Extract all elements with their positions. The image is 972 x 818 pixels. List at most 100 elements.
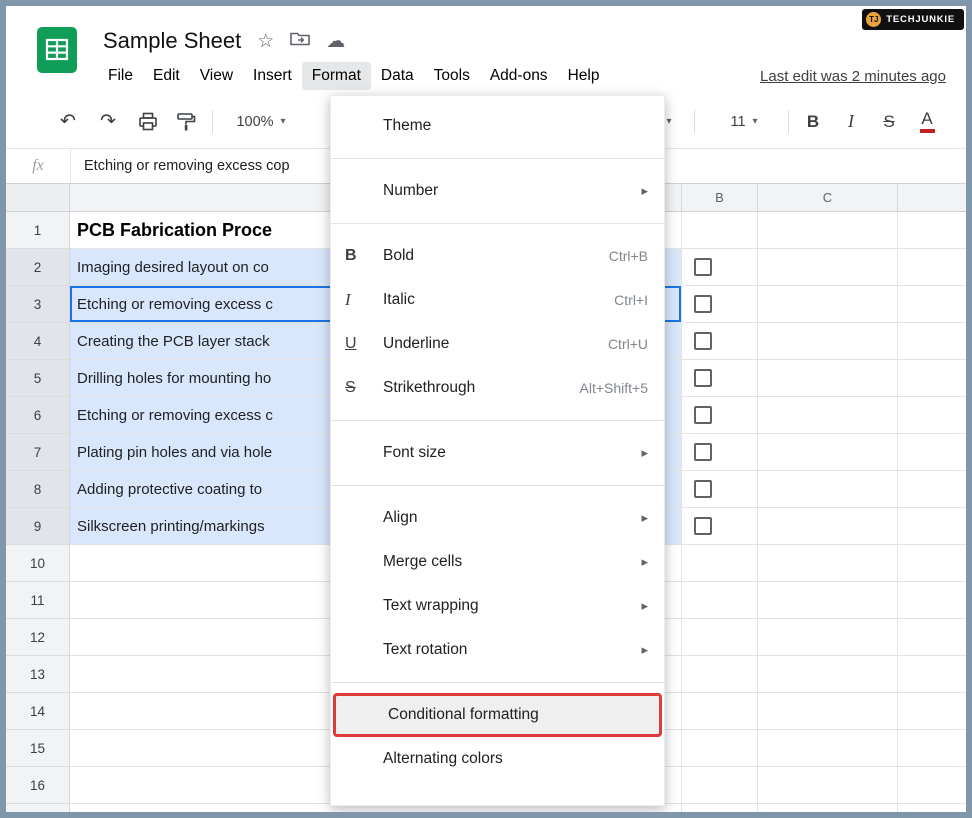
menu-help[interactable]: Help [558, 62, 610, 90]
cell-c16[interactable] [758, 767, 898, 804]
checkbox-b8[interactable] [694, 480, 712, 498]
formula-bar-input[interactable]: Etching or removing excess cop [71, 158, 290, 174]
cloud-status-icon[interactable]: ☁ [326, 32, 345, 51]
format-menu-item-theme[interactable]: Theme [331, 104, 664, 148]
cell-c9[interactable] [758, 508, 898, 545]
cell-d3[interactable] [898, 286, 966, 323]
text-color-button[interactable]: A [910, 95, 944, 148]
cell-d12[interactable] [898, 619, 966, 656]
cell-c13[interactable] [758, 656, 898, 693]
checkbox-b5[interactable] [694, 369, 712, 387]
font-size-select[interactable]: 11 ▾ [706, 95, 782, 148]
row-header-15[interactable]: 15 [6, 730, 70, 767]
checkbox-b4[interactable] [694, 332, 712, 350]
row-header-4[interactable]: 4 [6, 323, 70, 360]
cell-b11[interactable] [682, 582, 758, 619]
cell-b9[interactable] [682, 508, 758, 545]
cell-c8[interactable] [758, 471, 898, 508]
column-header-d[interactable] [898, 184, 966, 212]
cell-b10[interactable] [682, 545, 758, 582]
cell-d10[interactable] [898, 545, 966, 582]
cell-c10[interactable] [758, 545, 898, 582]
cell-c5[interactable] [758, 360, 898, 397]
print-button[interactable] [130, 95, 166, 148]
format-menu-item-italic[interactable]: I Italic Ctrl+I [331, 278, 664, 322]
cell-b2[interactable] [682, 249, 758, 286]
cell-c1[interactable] [758, 212, 898, 249]
cell-d8[interactable] [898, 471, 966, 508]
menu-addons[interactable]: Add-ons [480, 62, 558, 90]
menu-insert[interactable]: Insert [243, 62, 302, 90]
document-title[interactable]: Sample Sheet [103, 28, 241, 54]
format-menu-item-conditional-formatting[interactable]: Conditional formatting [333, 693, 662, 737]
select-all-corner[interactable] [6, 184, 70, 212]
menu-tools[interactable]: Tools [424, 62, 480, 90]
cell-d1[interactable] [898, 212, 966, 249]
cell-b12[interactable] [682, 619, 758, 656]
format-menu-item-merge-cells[interactable]: Merge cells ▸ [331, 540, 664, 584]
cell-b3[interactable] [682, 286, 758, 323]
menu-data[interactable]: Data [371, 62, 424, 90]
row-header-13[interactable]: 13 [6, 656, 70, 693]
redo-button[interactable]: ↷ [90, 95, 126, 148]
cell-c4[interactable] [758, 323, 898, 360]
cell-d13[interactable] [898, 656, 966, 693]
cell-c2[interactable] [758, 249, 898, 286]
cell-b13[interactable] [682, 656, 758, 693]
sheets-logo-icon[interactable] [36, 26, 78, 79]
italic-button[interactable]: I [834, 95, 868, 148]
zoom-select[interactable]: 100% ▾ [222, 95, 300, 148]
cell-b16[interactable] [682, 767, 758, 804]
row-header-3[interactable]: 3 [6, 286, 70, 323]
cell-d4[interactable] [898, 323, 966, 360]
cell-d11[interactable] [898, 582, 966, 619]
cell-c17[interactable] [758, 804, 898, 812]
cell-b5[interactable] [682, 360, 758, 397]
row-header-5[interactable]: 5 [6, 360, 70, 397]
undo-button[interactable]: ↶ [50, 95, 86, 148]
format-menu-item-number[interactable]: Number ▸ [331, 169, 664, 213]
row-header-6[interactable]: 6 [6, 397, 70, 434]
row-header-2[interactable]: 2 [6, 249, 70, 286]
format-menu-item-font-size[interactable]: Font size ▸ [331, 431, 664, 475]
column-header-b[interactable]: B [682, 184, 758, 212]
cell-b15[interactable] [682, 730, 758, 767]
checkbox-b7[interactable] [694, 443, 712, 461]
cell-b17[interactable] [682, 804, 758, 812]
cell-c11[interactable] [758, 582, 898, 619]
paint-format-button[interactable] [168, 95, 204, 148]
row-header-9[interactable]: 9 [6, 508, 70, 545]
strikethrough-button[interactable]: S [872, 95, 906, 148]
cell-b14[interactable] [682, 693, 758, 730]
row-header-17[interactable] [6, 804, 70, 812]
cell-c14[interactable] [758, 693, 898, 730]
menu-edit[interactable]: Edit [143, 62, 190, 90]
star-icon[interactable]: ☆ [257, 32, 274, 51]
format-menu-item-text-rotation[interactable]: Text rotation ▸ [331, 628, 664, 672]
row-header-10[interactable]: 10 [6, 545, 70, 582]
checkbox-b2[interactable] [694, 258, 712, 276]
cell-d14[interactable] [898, 693, 966, 730]
cell-c3[interactable] [758, 286, 898, 323]
row-header-11[interactable]: 11 [6, 582, 70, 619]
row-header-1[interactable]: 1 [6, 212, 70, 249]
format-menu-item-alternating-colors[interactable]: Alternating colors [331, 737, 664, 781]
row-header-14[interactable]: 14 [6, 693, 70, 730]
checkbox-b9[interactable] [694, 517, 712, 535]
cell-b4[interactable] [682, 323, 758, 360]
menu-format[interactable]: Format [302, 62, 371, 90]
format-menu-item-underline[interactable]: U Underline Ctrl+U [331, 322, 664, 366]
menu-view[interactable]: View [190, 62, 243, 90]
checkbox-b6[interactable] [694, 406, 712, 424]
cell-d2[interactable] [898, 249, 966, 286]
cell-d9[interactable] [898, 508, 966, 545]
format-menu-item-bold[interactable]: B Bold Ctrl+B [331, 234, 664, 278]
cell-c12[interactable] [758, 619, 898, 656]
row-header-8[interactable]: 8 [6, 471, 70, 508]
row-header-16[interactable]: 16 [6, 767, 70, 804]
cell-b8[interactable] [682, 471, 758, 508]
cell-c15[interactable] [758, 730, 898, 767]
cell-b7[interactable] [682, 434, 758, 471]
bold-button[interactable]: B [796, 95, 830, 148]
cell-d15[interactable] [898, 730, 966, 767]
